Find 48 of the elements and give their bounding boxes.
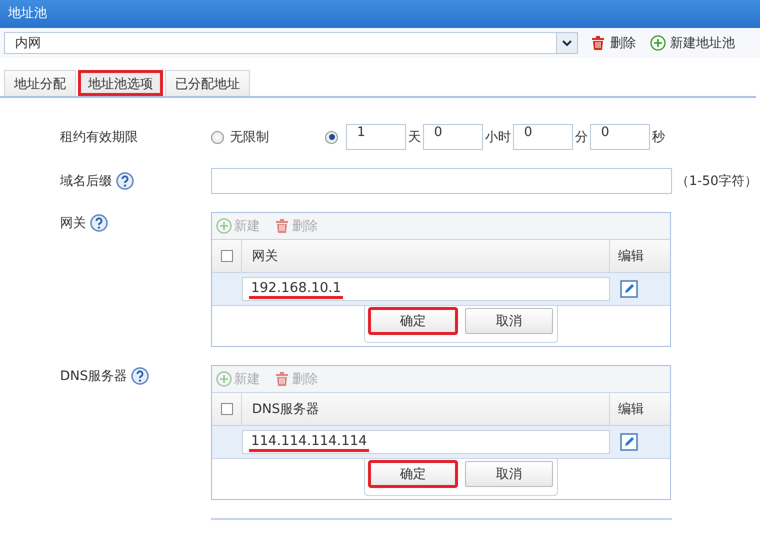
trash-icon xyxy=(590,35,606,51)
column-header: 编辑 xyxy=(618,248,644,265)
trash-icon xyxy=(274,371,290,387)
input-field[interactable] xyxy=(211,168,672,194)
radio-button[interactable] xyxy=(211,130,224,144)
radio-button[interactable] xyxy=(325,130,338,144)
window-title: 地址池 xyxy=(0,0,760,28)
cancel-button[interactable]: 取消 xyxy=(465,461,553,487)
cancel-button[interactable]: 取消 xyxy=(465,308,553,334)
edit-icon[interactable] xyxy=(620,280,638,298)
edit-icon[interactable] xyxy=(620,433,638,451)
field-label: 域名后缀 xyxy=(60,173,112,190)
plus-icon xyxy=(216,371,232,387)
input-field[interactable]: 114.114.114.114 xyxy=(242,430,610,454)
ok-button[interactable]: 确定 xyxy=(369,308,457,334)
unit-label: 天 xyxy=(408,129,421,146)
unit-label: 秒 xyxy=(652,129,665,146)
plus-icon xyxy=(216,218,232,234)
plus-icon xyxy=(650,35,666,51)
help-icon[interactable] xyxy=(90,214,108,232)
input-field[interactable]: 0 xyxy=(513,124,573,150)
field-label: 网关 xyxy=(60,215,86,232)
help-icon[interactable] xyxy=(116,172,134,190)
ok-button[interactable]: 确定 xyxy=(369,461,457,487)
help-icon[interactable] xyxy=(131,367,149,385)
tab[interactable]: 已分配地址 xyxy=(165,70,250,96)
input-field[interactable]: 1 xyxy=(346,124,406,150)
input-field[interactable]: 0 xyxy=(590,124,650,150)
pool-select[interactable]: 内网 xyxy=(4,32,578,54)
unit-label: 分 xyxy=(575,129,588,146)
checkbox[interactable] xyxy=(220,250,232,262)
input-field[interactable]: 0 xyxy=(423,124,483,150)
column-header: 网关 xyxy=(252,248,278,265)
delete-button[interactable]: 删除 xyxy=(588,34,638,52)
column-header: 编辑 xyxy=(618,401,644,418)
unit-label: 小时 xyxy=(485,129,511,146)
radio-label: 无限制 xyxy=(230,129,269,146)
add-button[interactable]: 新建地址池 xyxy=(648,34,737,52)
field-label: 租约有效期限 xyxy=(60,129,138,146)
checkbox[interactable] xyxy=(220,403,232,415)
hint-text: （1-50字符） xyxy=(676,173,758,190)
input-field[interactable]: 192.168.10.1 xyxy=(242,277,610,301)
tab[interactable]: 地址池选项 xyxy=(78,70,163,96)
caret-icon xyxy=(562,40,572,46)
column-header: DNS服务器 xyxy=(252,401,319,418)
field-label: DNS服务器 xyxy=(60,368,127,385)
trash-icon xyxy=(274,218,290,234)
tab[interactable]: 地址分配 xyxy=(4,70,76,96)
